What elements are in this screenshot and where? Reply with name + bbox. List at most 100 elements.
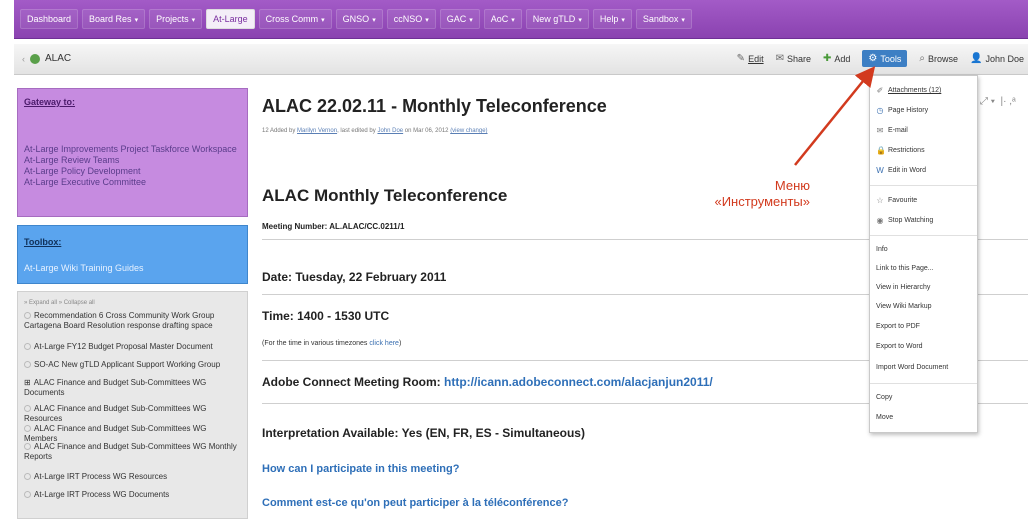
chevron-down-icon: ▾: [621, 17, 625, 24]
nav-item-cross-comm[interactable]: Cross Comm ▾: [258, 9, 332, 29]
tree-item[interactable]: ⊞ ALAC Finance and Budget Sub-Committees …: [24, 378, 242, 398]
gateway-link[interactable]: At-Large Executive Committee: [24, 177, 146, 187]
menu-label: Copy: [876, 394, 893, 401]
menu-label: Restrictions: [888, 147, 925, 154]
meeting-number: Meeting Number: AL.ALAC/CC.0211/1: [262, 222, 405, 231]
nav-item-label: Cross Comm: [265, 14, 319, 24]
nav-item-label: Projects: [156, 14, 189, 24]
menu-item-email[interactable]: ✉ E-mail: [876, 126, 908, 135]
space-globe-icon: [30, 53, 40, 64]
menu-label: View Wiki Markup: [876, 303, 932, 310]
meta-edited-text: , last edited by: [337, 128, 376, 134]
bullet-icon: [24, 312, 31, 320]
menu-separator: [870, 235, 977, 236]
tree-item-label: Recommendation 6 Cross Community Work Gr…: [24, 311, 215, 330]
tree-item[interactable]: At-Large IRT Process WG Resources: [24, 472, 242, 482]
menu-item-import-word[interactable]: Import Word Document: [876, 364, 948, 371]
nav-item-sandbox[interactable]: Sandbox ▾: [635, 9, 692, 29]
plus-icon: ✚: [823, 53, 832, 64]
menu-label: Attachments (12): [888, 87, 942, 94]
view-change-link[interactable]: (view change): [450, 128, 487, 134]
section-heading: ALAC Monthly Teleconference: [262, 186, 508, 205]
tree-item[interactable]: ALAC Finance and Budget Sub-Committees W…: [24, 442, 242, 462]
interpretation-info: Interpretation Available: Yes (EN, FR, E…: [262, 426, 585, 440]
chevron-down-icon: ▾: [511, 17, 515, 24]
email-icon: ✉: [876, 126, 884, 135]
timezones-link[interactable]: click here: [369, 340, 399, 347]
menu-item-info[interactable]: Info: [876, 246, 888, 253]
menu-item-move[interactable]: Move: [876, 414, 893, 421]
menu-label: Info: [876, 246, 888, 253]
tree-item-label: At-Large IRT Process WG Resources: [34, 472, 168, 481]
bullet-icon: [24, 405, 31, 413]
breadcrumb-space-label[interactable]: ALAC: [45, 53, 71, 64]
search-icon: ⌕: [919, 53, 925, 64]
chevron-left-icon[interactable]: ‹: [22, 54, 25, 64]
tree-item[interactable]: Recommendation 6 Cross Community Work Gr…: [24, 311, 242, 331]
edit-button[interactable]: ✎ Edit: [737, 53, 764, 64]
menu-item-view-wiki-markup[interactable]: View Wiki Markup: [876, 303, 932, 310]
word-icon: W: [876, 166, 884, 175]
toolbar-actions: ✎ Edit ✉ Share ✚ Add ⚙ Tools ⌕ Browse 👤 John D…: [737, 50, 1024, 67]
gateway-title: Gateway to:: [24, 97, 76, 107]
menu-item-edit-in-word[interactable]: W Edit in Word: [876, 166, 926, 175]
menu-item-link-to-page[interactable]: Link to this Page...: [876, 265, 934, 272]
nav-item-gac[interactable]: GAC ▾: [439, 9, 480, 29]
menu-item-copy[interactable]: Copy: [876, 394, 892, 401]
menu-item-view-in-hierarchy[interactable]: View in Hierarchy: [876, 284, 930, 291]
editor-link[interactable]: John Doe: [377, 128, 403, 134]
expand-icon[interactable]: ⊞: [24, 378, 31, 387]
menu-item-export-word[interactable]: Export to Word: [876, 343, 923, 350]
nav-item-gnso[interactable]: GNSO ▾: [335, 9, 383, 29]
tree-expand-collapse[interactable]: » Expand all » Collapse all: [24, 300, 95, 306]
nav-item-aoc[interactable]: AoC ▾: [483, 9, 522, 29]
nav-item-board-res[interactable]: Board Res ▾: [82, 9, 146, 29]
tree-item-label: At-Large IRT Process WG Documents: [34, 490, 170, 499]
annotation-line2: «Инструменты»: [714, 194, 810, 209]
tree-item[interactable]: SO-AC New gTLD Applicant Support Working…: [24, 360, 242, 370]
menu-item-attachments[interactable]: ✐ Attachments (12): [876, 86, 942, 95]
menu-item-favourite[interactable]: ☆ Favourite: [876, 196, 917, 205]
menu-item-page-history[interactable]: ◷ Page History: [876, 106, 929, 115]
nav-item-dashboard[interactable]: Dashboard: [20, 9, 79, 29]
participate-en-link[interactable]: How can I participate in this meeting?: [262, 463, 459, 475]
gateway-link[interactable]: At-Large Policy Development: [24, 166, 141, 176]
menu-label: Stop Watching: [888, 217, 934, 224]
nav-item-label: New gTLD: [532, 14, 576, 24]
menu-item-restrictions[interactable]: 🔒 Restrictions: [876, 146, 925, 155]
bullet-icon: [24, 443, 31, 451]
gateway-link[interactable]: At-Large Improvements Project Taskforce …: [24, 144, 237, 154]
nav-item-label: Help: [599, 14, 619, 24]
browse-button[interactable]: ⌕ Browse: [919, 53, 958, 64]
participate-fr-link[interactable]: Comment est-ce qu'on peut participer à l…: [262, 497, 568, 509]
tree-item[interactable]: At-Large IRT Process WG Documents: [24, 490, 242, 500]
tools-button[interactable]: ⚙ Tools: [862, 50, 908, 67]
tree-item[interactable]: At-Large FY12 Budget Proposal Master Doc…: [24, 342, 242, 352]
adobe-connect-link[interactable]: http://icann.adobeconnect.com/alacjanjun…: [444, 375, 713, 389]
nav-item-help[interactable]: Help ▾: [592, 9, 632, 29]
menu-item-export-pdf[interactable]: Export to PDF: [876, 323, 920, 330]
add-button[interactable]: ✚ Add: [823, 53, 850, 64]
nav-item-ccnso[interactable]: ccNSO ▾: [386, 9, 436, 29]
nav-item-at-large[interactable]: At-Large: [206, 9, 255, 29]
tree-item-label: ALAC Finance and Budget Sub-Committees W…: [24, 442, 237, 461]
chevron-down-icon: ▾: [321, 17, 325, 24]
browse-label: Browse: [928, 53, 959, 64]
author-link[interactable]: Marilyn Vernon: [297, 128, 337, 134]
gateway-link[interactable]: At-Large Review Teams: [24, 155, 119, 165]
annotation-line1: Меню: [774, 178, 810, 193]
tree-item[interactable]: ALAC Finance and Budget Sub-Committees W…: [24, 424, 242, 444]
share-button[interactable]: ✉ Share: [776, 53, 811, 64]
edit-label: Edit: [748, 53, 764, 64]
tree-item-label: SO-AC New gTLD Applicant Support Working…: [34, 360, 221, 369]
nav-item-new-gtld[interactable]: New gTLD ▾: [525, 9, 589, 29]
user-menu-button[interactable]: 👤 John Doe: [970, 53, 1024, 64]
page-view-icons[interactable]: ⤢ ▾ |· ,ᵃ: [980, 96, 1016, 107]
toolbox-link[interactable]: At-Large Wiki Training Guides: [24, 263, 144, 273]
nav-item-projects[interactable]: Projects ▾: [149, 9, 203, 29]
breadcrumb[interactable]: ‹ ALAC: [22, 53, 71, 64]
gear-icon: ⚙: [868, 53, 878, 64]
menu-item-stop-watching[interactable]: ◉ Stop Watching: [876, 216, 934, 225]
gateway-panel: Gateway to: At-Large Improvements Projec…: [17, 88, 248, 217]
tree-item[interactable]: ALAC Finance and Budget Sub-Committees W…: [24, 404, 242, 424]
